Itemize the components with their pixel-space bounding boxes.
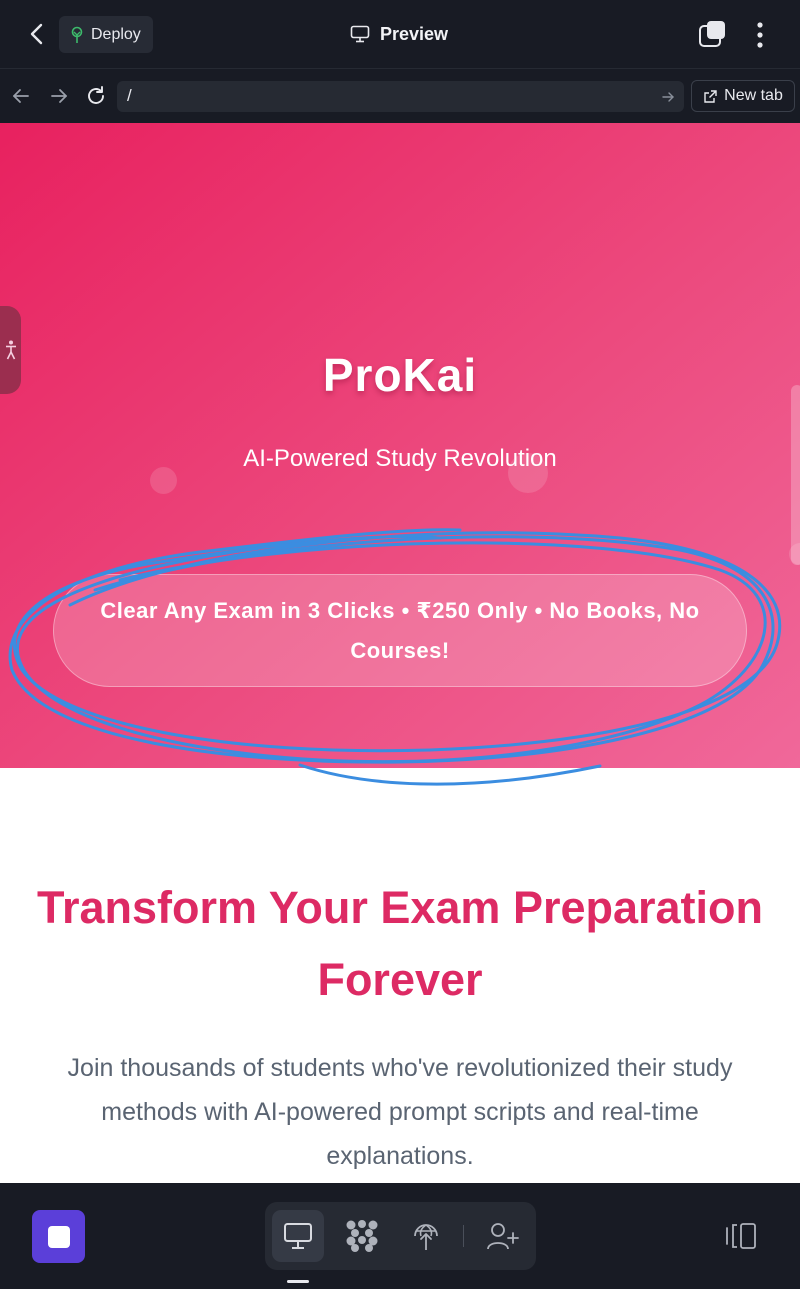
stop-button[interactable] (32, 1210, 85, 1263)
cta-banner[interactable]: Clear Any Exam in 3 Clicks • ₹250 Only •… (53, 574, 747, 687)
chevron-left-icon (30, 23, 43, 45)
arrow-right-icon[interactable] (660, 89, 676, 105)
view-switcher (265, 1202, 536, 1270)
deploy-button[interactable]: Deploy (59, 16, 153, 53)
active-view-indicator (287, 1280, 309, 1283)
preview-view-button[interactable] (272, 1210, 324, 1262)
panel-toggle-icon (726, 1223, 756, 1249)
tabs-button[interactable] (698, 20, 726, 48)
hero-section: ProKai AI-Powered Study Revolution Clear… (0, 123, 800, 768)
add-user-icon (487, 1223, 519, 1250)
deploy-tree-icon (71, 26, 83, 43)
bottom-toolbar (0, 1183, 800, 1289)
accessibility-icon (5, 340, 16, 360)
preview-title-text: Preview (380, 23, 449, 44)
accessibility-button[interactable] (0, 306, 21, 394)
address-bar: / New tab (0, 68, 800, 123)
new-tab-label: New tab (724, 87, 783, 104)
publish-view-button[interactable] (400, 1210, 452, 1262)
deploy-label: Deploy (91, 25, 141, 43)
reload-button[interactable] (85, 85, 107, 107)
reload-icon (88, 86, 104, 104)
invite-button[interactable] (477, 1210, 529, 1262)
nav-forward-button[interactable] (48, 85, 70, 107)
nav-back-button[interactable] (10, 85, 32, 107)
stop-icon (47, 1225, 70, 1248)
external-link-icon (704, 89, 717, 103)
monitor-icon (350, 25, 370, 43)
app-top-bar: Deploy Preview (0, 0, 800, 68)
monitor-icon (284, 1223, 312, 1249)
hero-title: ProKai (322, 349, 478, 401)
cta-text: Clear Any Exam in 3 Clicks • ₹250 Only •… (100, 597, 700, 663)
arrow-left-icon (13, 89, 29, 103)
scrollbar[interactable] (791, 385, 800, 565)
agents-view-button[interactable] (336, 1210, 388, 1262)
panel-toggle-button[interactable] (724, 1221, 758, 1251)
section-title: Transform Your Exam Preparation Forever (36, 882, 764, 1005)
new-tab-button[interactable]: New tab (691, 80, 795, 112)
back-button[interactable] (22, 19, 52, 49)
hero-subtitle: AI-Powered Study Revolution (243, 445, 557, 472)
more-vertical-icon (757, 22, 763, 48)
agents-grid-icon (346, 1220, 378, 1252)
more-button[interactable] (748, 20, 772, 50)
globe-upload-icon (414, 1224, 438, 1250)
divider (463, 1225, 464, 1247)
tabs-icon (699, 21, 725, 47)
arrow-right-icon (51, 89, 67, 103)
url-text: / (127, 86, 132, 105)
url-input[interactable]: / (117, 81, 684, 112)
section-body: Join thousands of students who've revolu… (67, 1054, 733, 1170)
preview-title: Preview (350, 20, 448, 48)
